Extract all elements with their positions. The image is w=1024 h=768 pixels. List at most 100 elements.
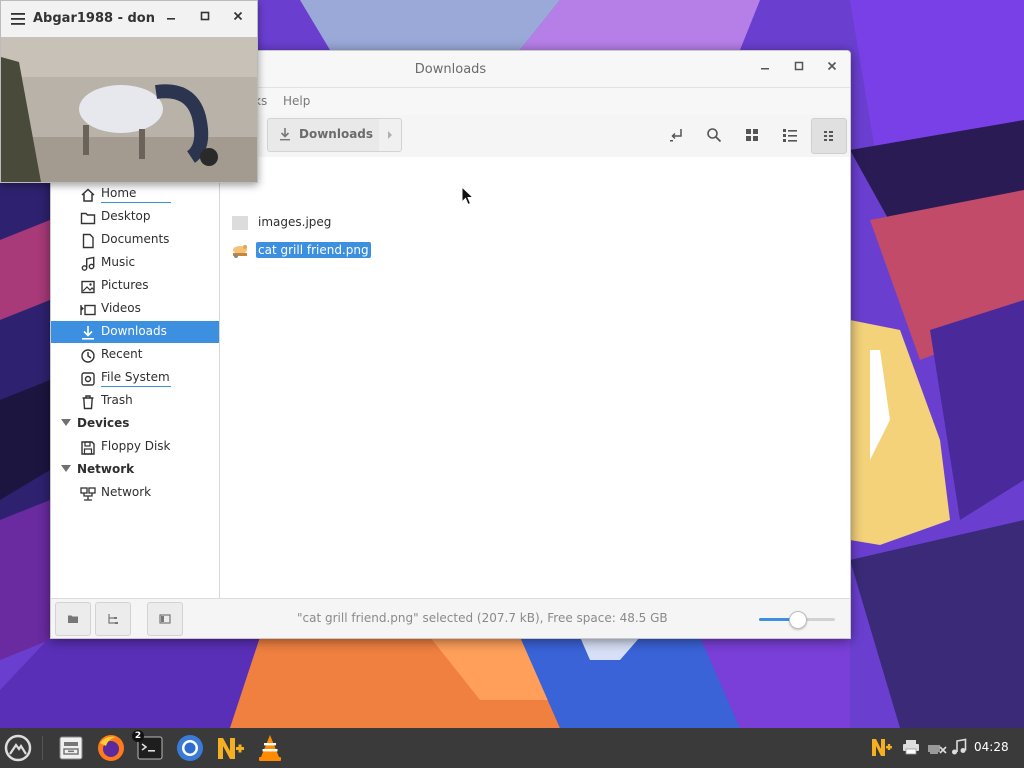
sidebar-section-network[interactable]: Network [51,459,219,481]
folder-icon [80,212,96,225]
drive-icon [81,372,95,386]
image-file-icon [232,216,248,230]
video-window-titlebar[interactable]: Abgar1988 - don... [1,1,257,37]
folder-icon [68,615,78,623]
status-bar: "cat grill friend.png" selected (207.7 k… [51,598,850,638]
status-text: "cat grill friend.png" selected (207.7 k… [297,611,668,625]
chevron-down-icon [61,465,71,472]
taskbar-vlc[interactable] [252,730,288,766]
maximize-icon [794,61,804,71]
sidebar-item-label: Documents [101,232,170,246]
file-manager-icon [59,736,83,760]
download-icon [280,128,290,141]
terminal-window-count-badge: 2 [132,730,144,742]
printer-icon [903,740,919,755]
path-button-downloads[interactable]: Downloads [267,118,381,152]
compact-view-button[interactable] [811,118,847,154]
file-name: images.jpeg [258,215,332,229]
music-icon [81,256,95,271]
sidebar-item-pictures[interactable]: Pictures [51,275,219,297]
mouse-cursor-icon [461,186,475,206]
video-window-title: Abgar1988 - don... [33,11,155,26]
video-window: Abgar1988 - don... [0,0,258,183]
sidebar-item-recent[interactable]: Recent [51,344,219,366]
image-thumbnail-icon [233,245,247,258]
taskbar-firefox[interactable] [93,730,129,766]
trash-icon [82,395,94,410]
chevron-down-icon [61,419,71,426]
sidebar-item-floppy-disk[interactable]: Floppy Disk [51,436,219,458]
path-forward-button[interactable] [379,118,402,152]
taskbar: 2 04:28 [0,728,1024,768]
open-location-button[interactable] [662,120,692,150]
minimize-button[interactable] [756,60,774,78]
updates-icon [872,739,892,756]
taskbar-terminal[interactable]: 2 [132,730,168,766]
sidebar-item-label: Videos [101,301,141,315]
taskbar-chromium[interactable] [172,730,208,766]
sidebar-item-videos[interactable]: Videos [51,298,219,320]
start-menu-button[interactable] [0,730,36,766]
sidebar-item-label: File System [101,370,170,384]
file-view[interactable]: images.jpeg cat grill friend.png [220,157,850,598]
download-icon [82,326,94,340]
sidebar-item-network[interactable]: Network [51,482,219,504]
sidebar-item-label: Downloads [101,324,167,338]
sidebar-item-label: Floppy Disk [101,439,171,453]
start-menu-icon [4,734,32,762]
video-minimize-button[interactable] [162,10,180,28]
video-content-image [1,37,257,182]
grid-icon [746,129,758,141]
maximize-icon [200,11,210,21]
sidebar-item-downloads[interactable]: Downloads [51,321,219,343]
sidebar-item-documents[interactable]: Documents [51,229,219,251]
sidebar-item-label: Network [101,485,152,499]
sidebar-item-label: Recent [101,347,143,361]
tray-volume[interactable] [948,736,970,758]
video-icon [80,304,96,316]
hamburger-icon [11,13,25,25]
sidebar-item-trash[interactable]: Trash [51,390,219,412]
section-header: Network [77,462,135,476]
sidebar-item-file-system[interactable]: File System [51,367,219,389]
sidebar-toggle-icon [159,614,171,624]
maximize-button[interactable] [790,60,808,78]
file-name: cat grill friend.png [256,242,371,258]
video-maximize-button[interactable] [196,10,214,28]
sidebar-item-label: Desktop [101,209,151,223]
sidebar-item-music[interactable]: Music [51,252,219,274]
sidebar-item-label: Music [101,255,136,269]
network-disconnected-icon [928,745,947,754]
list-view-button[interactable] [775,120,805,150]
search-button[interactable] [699,120,729,150]
video-close-button[interactable] [229,10,247,28]
close-button[interactable] [823,60,841,78]
vlc-icon [259,735,281,761]
sidebar-item-label: Pictures [101,278,149,292]
tray-printer[interactable] [900,736,922,758]
clock[interactable]: 04:28 [974,740,1009,754]
icon-view-button[interactable] [737,120,767,150]
network-icon [80,487,96,501]
taskbar-file-manager[interactable] [53,730,89,766]
hamburger-menu-button[interactable] [11,12,25,29]
tree-icon [108,614,118,624]
taskbar-noteshrink[interactable] [212,730,248,766]
compact-list-icon [824,131,833,141]
sidebar-section-devices[interactable]: Devices [51,413,219,435]
video-frame[interactable] [1,37,257,182]
sidebar-item-home[interactable]: Home [51,183,219,205]
tree-sidebar-button[interactable] [95,602,131,636]
zoom-slider[interactable] [759,611,835,629]
toggle-sidebar-button[interactable] [147,602,183,636]
sidebar-item-desktop[interactable]: Desktop [51,206,219,228]
zoom-slider-handle[interactable] [789,611,807,629]
minimize-icon [761,68,769,70]
taskbar-separator [42,736,43,760]
section-header: Devices [77,416,130,430]
places-sidebar-button[interactable] [55,602,91,636]
menu-help[interactable]: Help [283,94,310,108]
tray-updates[interactable] [870,736,892,758]
tray-network[interactable] [926,736,948,758]
list-icon [783,129,797,142]
